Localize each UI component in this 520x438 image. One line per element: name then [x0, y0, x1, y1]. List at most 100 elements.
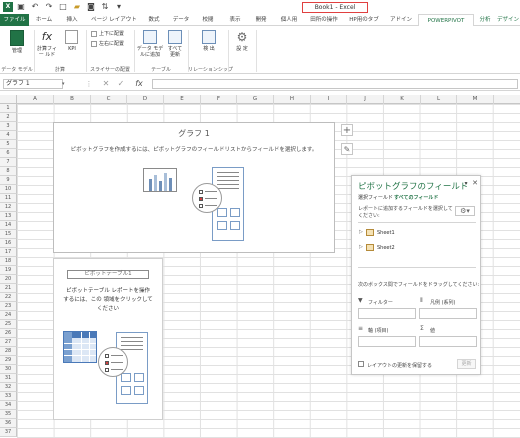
column-header[interactable]: E	[164, 95, 201, 104]
row-header[interactable]: 19	[0, 266, 17, 275]
pane-options-icon[interactable]: ▾	[462, 180, 470, 188]
update-all-button[interactable]: すべて 更新	[165, 30, 185, 64]
chart-elements-button[interactable]: +	[341, 124, 353, 136]
row-header[interactable]: 12	[0, 203, 17, 212]
expand-icon[interactable]: ▷	[359, 243, 363, 252]
row-header[interactable]: 6	[0, 149, 17, 158]
column-header[interactable]: K	[384, 95, 421, 104]
column-header[interactable]: M	[457, 95, 494, 104]
customize-icon[interactable]: ▾	[114, 2, 124, 12]
tab-tadokoro[interactable]: 田所の操作	[304, 14, 344, 26]
kpi-button[interactable]: KPI	[63, 30, 81, 64]
tab-design[interactable]: デザイン	[496, 14, 520, 26]
row-header[interactable]: 27	[0, 338, 17, 347]
tab-view[interactable]: 表示	[222, 14, 248, 26]
row-header[interactable]: 11	[0, 194, 17, 203]
axis-drop-area[interactable]	[358, 336, 416, 347]
row-header[interactable]: 2	[0, 113, 17, 122]
pivot-chart[interactable]: グラフ 1 ピボットグラフを作成するには、ピボットグラフのフィールドリストからフ…	[53, 122, 335, 253]
row-header[interactable]: 26	[0, 329, 17, 338]
gear-icon[interactable]: ⚙▾	[455, 206, 475, 216]
tab-data[interactable]: データ	[167, 14, 195, 26]
column-header[interactable]: A	[17, 95, 54, 104]
tab-page-layout[interactable]: ページ レイアウト	[87, 14, 141, 26]
tab-home[interactable]: ホーム	[31, 14, 57, 26]
values-drop-area[interactable]	[419, 336, 477, 347]
undo-icon[interactable]: ↶	[30, 2, 40, 12]
column-header[interactable]: J	[347, 95, 384, 104]
row-header[interactable]: 10	[0, 185, 17, 194]
row-header[interactable]: 14	[0, 221, 17, 230]
row-header[interactable]: 36	[0, 419, 17, 428]
tab-personal[interactable]: 個人用	[274, 14, 304, 26]
tab-file[interactable]: ファイル	[0, 14, 29, 26]
list-item[interactable]: ▷ Sheet1	[359, 228, 475, 237]
column-header[interactable]: H	[274, 95, 311, 104]
defer-update-checkbox[interactable]	[358, 361, 364, 367]
add-to-data-model-button[interactable]: データ モデ ルに追加	[136, 30, 164, 64]
close-icon[interactable]: ✕	[471, 179, 479, 187]
settings-button[interactable]: ⚙ 設 定	[232, 30, 252, 64]
row-header[interactable]: 16	[0, 239, 17, 248]
row-header[interactable]: 25	[0, 320, 17, 329]
row-header[interactable]: 20	[0, 275, 17, 284]
row-header[interactable]: 37	[0, 428, 17, 437]
row-header[interactable]: 23	[0, 302, 17, 311]
insert-function-button[interactable]: fx	[132, 79, 146, 89]
new-file-icon[interactable]: □	[58, 2, 68, 12]
redo-icon[interactable]: ↷	[44, 2, 54, 12]
column-header[interactable]: L	[421, 95, 457, 104]
chart-styles-button[interactable]: ✎	[341, 143, 353, 155]
row-header[interactable]: 32	[0, 383, 17, 392]
align-top-button[interactable]: 上下に配置	[91, 30, 131, 38]
row-header[interactable]: 22	[0, 293, 17, 302]
list-item[interactable]: ▷ Sheet2	[359, 243, 475, 252]
row-header[interactable]: 24	[0, 311, 17, 320]
open-folder-icon[interactable]: ▰	[72, 2, 82, 12]
column-header[interactable]: D	[127, 95, 164, 104]
column-header[interactable]: I	[311, 95, 347, 104]
filter-drop-area[interactable]	[358, 308, 416, 319]
tab-selected-fields[interactable]: 選択フィールド	[358, 194, 393, 201]
tab-insert[interactable]: 挿入	[59, 14, 85, 26]
tab-addins[interactable]: アドイン	[384, 14, 418, 26]
row-header[interactable]: 4	[0, 131, 17, 140]
row-header[interactable]: 21	[0, 284, 17, 293]
tab-hp[interactable]: HP用のタブ	[344, 14, 384, 26]
tab-analyze[interactable]: 分析	[474, 14, 496, 26]
tab-formulas[interactable]: 数式	[141, 14, 167, 26]
row-header[interactable]: 34	[0, 401, 17, 410]
cancel-icon[interactable]: ✕	[101, 79, 111, 89]
row-header[interactable]: 31	[0, 374, 17, 383]
row-header[interactable]: 9	[0, 176, 17, 185]
row-header[interactable]: 18	[0, 257, 17, 266]
chevron-down-icon[interactable]: ▾	[62, 80, 68, 88]
tab-developer[interactable]: 開発	[248, 14, 274, 26]
tab-review[interactable]: 校閲	[195, 14, 221, 26]
row-header[interactable]: 15	[0, 230, 17, 239]
manage-button[interactable]: 管理	[9, 30, 25, 60]
expand-icon[interactable]: ▷	[359, 228, 363, 237]
save-icon[interactable]: ▣	[16, 2, 26, 12]
select-all-corner[interactable]	[0, 95, 17, 104]
name-box[interactable]: グラフ 1	[3, 79, 63, 89]
column-header[interactable]: B	[54, 95, 91, 104]
calculated-field-button[interactable]: fx 計算フィー ルド	[36, 30, 58, 64]
pivot-table-placeholder[interactable]: ピボットテーブル1 ピボットテーブル レポートを操作 するには、この 領域をクリ…	[53, 258, 163, 420]
row-header[interactable]: 33	[0, 392, 17, 401]
row-header[interactable]: 29	[0, 356, 17, 365]
row-header[interactable]: 28	[0, 347, 17, 356]
row-header[interactable]: 35	[0, 410, 17, 419]
row-header[interactable]: 17	[0, 248, 17, 257]
row-header[interactable]: 7	[0, 158, 17, 167]
update-button[interactable]: 更新	[457, 359, 476, 369]
camera-icon[interactable]: ◙	[86, 2, 96, 12]
formula-input[interactable]	[152, 79, 518, 89]
row-header[interactable]: 13	[0, 212, 17, 221]
enter-icon[interactable]: ✓	[116, 79, 126, 89]
row-header[interactable]: 3	[0, 122, 17, 131]
align-left-button[interactable]: 左右に配置	[91, 40, 131, 48]
row-header[interactable]: 8	[0, 167, 17, 176]
column-header[interactable]: F	[201, 95, 237, 104]
row-header[interactable]: 30	[0, 365, 17, 374]
